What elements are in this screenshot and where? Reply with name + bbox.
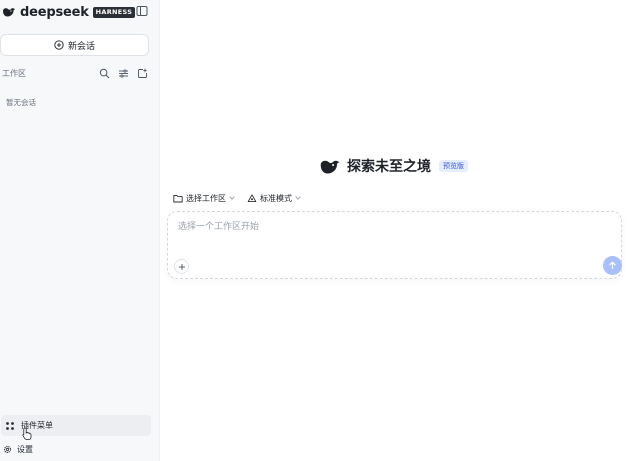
main-panel: 探索未至之境 预览版 选择工作区 标准模式	[161, 0, 640, 461]
brand[interactable]: deepseek HARNESS	[2, 4, 136, 20]
hero: 探索未至之境 预览版	[319, 156, 468, 176]
settings-button[interactable]: 设置	[1, 442, 33, 456]
composer-toolbar: 选择工作区 标准模式	[173, 191, 301, 205]
filter-icon[interactable]	[118, 68, 129, 79]
prompt-input[interactable]	[178, 220, 578, 234]
hand-cursor-icon	[22, 427, 32, 440]
sidebar-toggle-icon[interactable]	[136, 5, 148, 17]
chevron-down-icon	[295, 196, 301, 200]
plus-icon	[178, 263, 185, 270]
empty-session-text: 暂无会话	[6, 98, 36, 107]
brand-badge: HARNESS	[92, 6, 136, 18]
new-window-icon[interactable]	[137, 68, 148, 79]
composer	[167, 211, 622, 279]
new-chat-label: 新会话	[67, 41, 95, 52]
whale-logo-icon	[320, 160, 340, 173]
workspace-title: 工作区	[2, 69, 26, 78]
send-button[interactable]	[603, 256, 622, 275]
chevron-down-icon	[229, 196, 235, 200]
folder-icon	[173, 194, 183, 202]
recycle-icon	[247, 193, 257, 202]
brand-name: deepseek	[20, 4, 89, 20]
workspace-select[interactable]: 选择工作区	[173, 193, 235, 204]
grid-icon	[6, 421, 14, 430]
preview-badge: 预览版	[439, 160, 468, 172]
whale-logo-icon	[3, 8, 15, 17]
attach-button[interactable]	[174, 259, 189, 274]
search-icon[interactable]	[99, 68, 110, 79]
mode-select[interactable]: 标准模式	[247, 193, 301, 204]
arrow-up-icon	[609, 261, 616, 269]
settings-label: 设置	[17, 444, 33, 454]
new-chat-button[interactable]: 新会话	[0, 34, 149, 56]
gear-icon	[3, 445, 12, 453]
mode-select-label: 标准模式	[260, 193, 292, 203]
workspace-select-label: 选择工作区	[186, 193, 226, 203]
workspace-header: 工作区	[2, 68, 152, 80]
plus-circle-icon	[54, 40, 64, 50]
hero-title: 探索未至之境	[347, 159, 431, 175]
sidebar: deepseek HARNESS 新会话 工作区 暂无会话 插件菜单 设置	[0, 0, 160, 461]
